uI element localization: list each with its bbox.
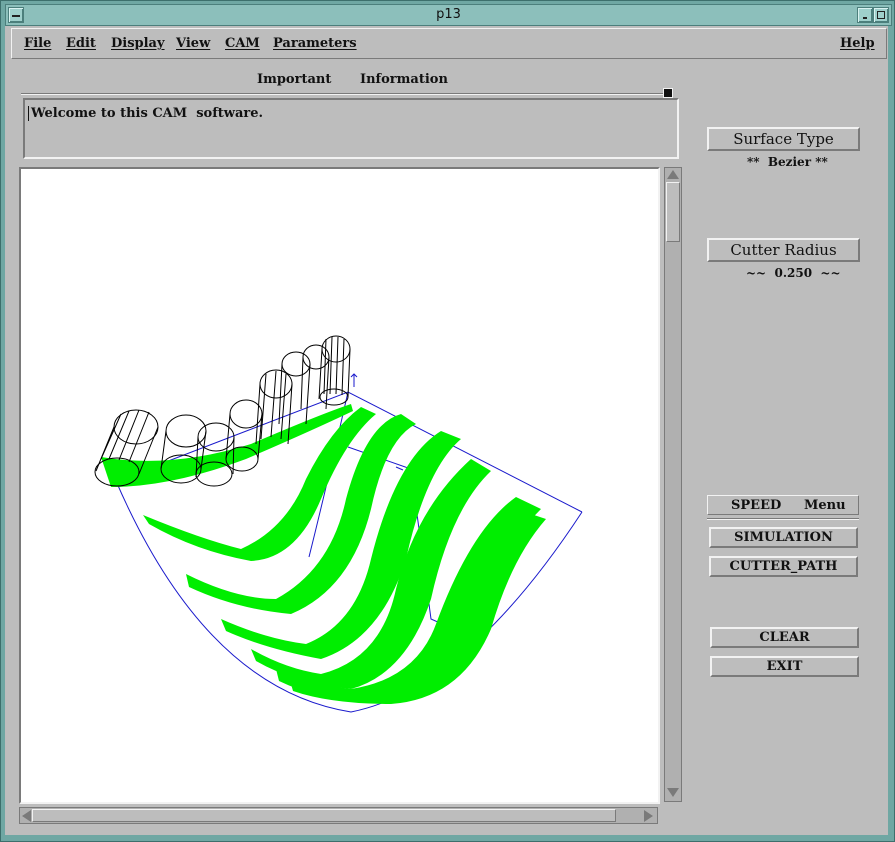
horizontal-scroll-thumb[interactable] — [32, 809, 616, 822]
scroll-left-arrow-icon[interactable] — [22, 810, 31, 822]
cutter-radius-value: ~~ 0.250 ~~ — [746, 266, 841, 280]
scroll-down-arrow-icon[interactable] — [667, 788, 679, 797]
clear-button[interactable]: CLEAR — [710, 627, 859, 648]
menu-edit[interactable]: Edit — [66, 36, 96, 51]
menu-help[interactable]: Help — [840, 36, 875, 51]
drawing-canvas[interactable] — [19, 167, 660, 804]
info-message-box[interactable]: Welcome to this CAM software. — [23, 98, 679, 159]
menu-view[interactable]: View — [176, 36, 210, 51]
info-header-important: Important — [257, 72, 332, 87]
menu-label: Menu — [804, 498, 846, 513]
menu-parameters[interactable]: Parameters — [273, 36, 357, 51]
surface-type-button[interactable]: Surface Type — [707, 127, 860, 151]
cutter-radius-button[interactable]: Cutter Radius — [707, 238, 860, 262]
pane-sash-handle[interactable] — [663, 88, 673, 98]
menu-display[interactable]: Display — [111, 36, 165, 51]
maximize-icon[interactable] — [873, 7, 889, 23]
cutter-path-button[interactable]: CUTTER_PATH — [709, 556, 858, 577]
title-bar[interactable]: p13 — [5, 4, 892, 26]
vertical-scroll-thumb[interactable] — [666, 182, 680, 242]
info-message: Welcome to this CAM software. — [31, 106, 264, 121]
speed-menu-divider — [707, 518, 859, 520]
minimize-icon[interactable] — [857, 7, 873, 23]
info-header-information: Information — [360, 72, 448, 87]
text-cursor — [28, 106, 29, 121]
menu-cam[interactable]: CAM — [225, 36, 260, 51]
app-window: p13 File Edit Display View CAM Parameter… — [0, 0, 895, 842]
scroll-up-arrow-icon[interactable] — [667, 170, 679, 179]
main-panel: File Edit Display View CAM Parameters He… — [5, 26, 888, 835]
menu-bar: File Edit Display View CAM Parameters He… — [11, 28, 887, 59]
canvas-horizontal-scrollbar[interactable] — [19, 807, 658, 824]
speed-label: SPEED — [731, 498, 782, 513]
exit-button[interactable]: EXIT — [710, 656, 859, 677]
cam-surface-view — [94, 335, 583, 713]
window-title: p13 — [436, 7, 461, 22]
speed-menu-header: SPEED Menu — [707, 495, 859, 515]
menu-file[interactable]: File — [24, 36, 51, 51]
canvas-vertical-scrollbar[interactable] — [664, 167, 682, 802]
scroll-right-arrow-icon[interactable] — [644, 810, 653, 822]
simulation-button[interactable]: SIMULATION — [709, 527, 858, 548]
toolpath-strips — [101, 404, 546, 704]
info-separator — [21, 93, 669, 95]
surface-type-value: ** Bezier ** — [747, 155, 828, 169]
